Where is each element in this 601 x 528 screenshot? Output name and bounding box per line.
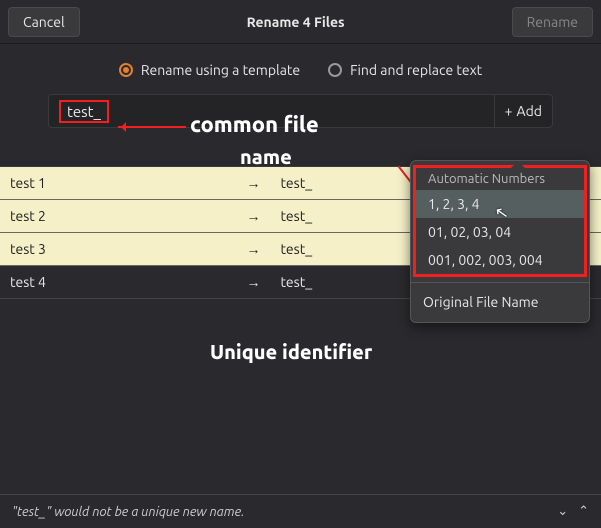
rename-button[interactable]: Rename bbox=[512, 7, 593, 37]
arrow-icon: → bbox=[230, 200, 270, 233]
dropdown-item-123[interactable]: 1, 2, 3, 4 bbox=[416, 190, 584, 218]
dropdown-item-original[interactable]: Original File Name bbox=[411, 288, 589, 316]
old-name: test 2 bbox=[0, 200, 230, 233]
plus-icon: + bbox=[505, 103, 513, 119]
radio-dot-icon bbox=[119, 63, 133, 77]
radio-dot-icon bbox=[328, 63, 342, 77]
annotation-name: name bbox=[240, 145, 292, 168]
template-row: test_ + Add bbox=[48, 94, 553, 128]
radio-template-label: Rename using a template bbox=[141, 62, 300, 78]
annotation-red-box: Automatic Numbers 1, 2, 3, 4 01, 02, 03,… bbox=[413, 165, 587, 277]
arrow-icon: → bbox=[230, 167, 270, 200]
radio-findreplace[interactable]: Find and replace text bbox=[328, 62, 482, 78]
mode-row: Rename using a template Find and replace… bbox=[0, 44, 601, 90]
dialog-title: Rename 4 Files bbox=[247, 14, 345, 30]
old-name: test 4 bbox=[0, 266, 230, 299]
annotation-unique-id: Unique identifier bbox=[210, 340, 372, 363]
template-value-highlight: test_ bbox=[59, 100, 109, 123]
statusbar: "test_" would not be a unique new name. … bbox=[0, 494, 601, 528]
dropdown-divider bbox=[411, 282, 589, 283]
cancel-button[interactable]: Cancel bbox=[8, 7, 80, 37]
radio-findreplace-label: Find and replace text bbox=[350, 62, 482, 78]
add-dropdown: Automatic Numbers 1, 2, 3, 4 01, 02, 03,… bbox=[410, 160, 590, 323]
chevron-down-icon[interactable]: ⌄ bbox=[557, 504, 568, 519]
arrow-icon: → bbox=[230, 266, 270, 299]
arrow-icon: → bbox=[230, 233, 270, 266]
dropdown-item-0123[interactable]: 01, 02, 03, 04 bbox=[416, 218, 584, 246]
status-message: "test_" would not be a unique new name. bbox=[12, 505, 245, 519]
chevron-up-icon[interactable]: ⌃ bbox=[578, 504, 589, 519]
dropdown-item-001[interactable]: 001, 002, 003, 004 bbox=[416, 246, 584, 274]
radio-template[interactable]: Rename using a template bbox=[119, 62, 300, 78]
add-button[interactable]: + Add bbox=[494, 95, 552, 127]
titlebar: Cancel Rename 4 Files Rename bbox=[0, 0, 601, 44]
template-input[interactable]: test_ bbox=[49, 100, 494, 123]
add-button-label: Add bbox=[517, 103, 542, 119]
old-name: test 1 bbox=[0, 167, 230, 200]
old-name: test 3 bbox=[0, 233, 230, 266]
dropdown-section-label: Automatic Numbers bbox=[416, 168, 584, 190]
